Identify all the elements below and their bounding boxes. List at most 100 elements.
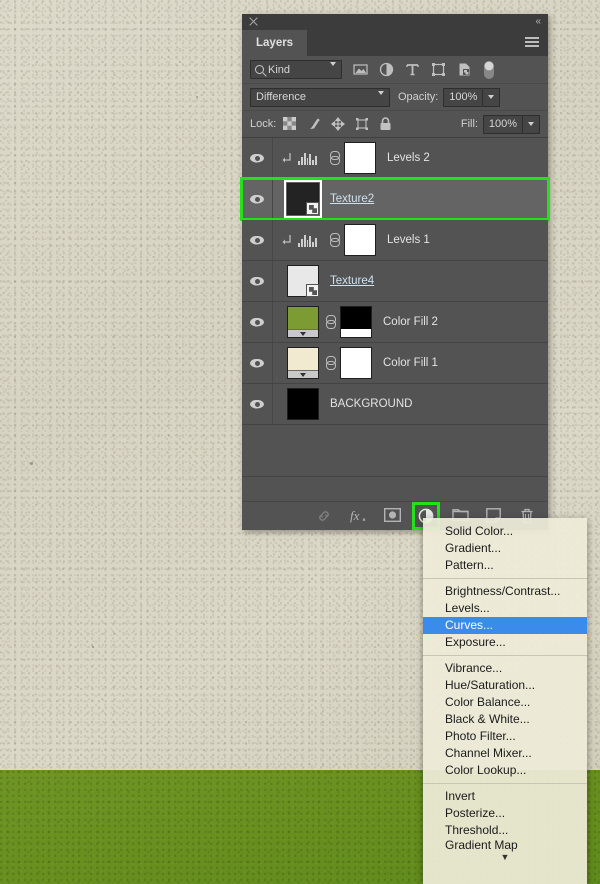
menu-item-exposure[interactable]: Exposure... (423, 634, 587, 651)
smart-object-filter-icon[interactable] (457, 62, 472, 77)
menu-item-levels[interactable]: Levels... (423, 600, 587, 617)
opacity-input[interactable]: 100% (443, 87, 484, 107)
layer-list: Levels 2 Texture2 Levels 1 Texture4 Colo… (240, 138, 550, 477)
lock-position-icon[interactable] (331, 117, 346, 131)
layer-name: Color Fill 2 (383, 316, 438, 328)
adjustment-layer-filter-icon[interactable] (379, 62, 394, 77)
menu-item-gradient[interactable]: Gradient... (423, 540, 587, 557)
menu-item-threshold[interactable]: Threshold... (423, 822, 587, 839)
filter-toggle-switch[interactable] (483, 60, 495, 80)
layer-thumbnail[interactable] (287, 388, 319, 420)
menu-item-gradient-map[interactable]: Gradient Map (423, 839, 587, 852)
table-row[interactable]: Levels 2 (242, 138, 548, 179)
layer-thumbnail[interactable] (287, 306, 319, 338)
menu-item-color-lookup[interactable]: Color Lookup... (423, 762, 587, 779)
shape-layer-filter-icon[interactable] (431, 62, 446, 77)
menu-item-vibrance[interactable]: Vibrance... (423, 660, 587, 677)
collapse-panel-icon[interactable]: « (535, 16, 540, 27)
layer-mask-thumbnail[interactable] (344, 224, 376, 256)
opacity-value: 100% (449, 91, 478, 103)
table-row[interactable]: Texture2 (240, 177, 550, 221)
lock-transparent-pixels-icon[interactable] (283, 117, 297, 131)
layer-name: Levels 1 (387, 234, 430, 246)
search-icon (255, 65, 264, 74)
layer-visibility-toggle[interactable] (242, 261, 273, 301)
eye-icon (250, 235, 264, 245)
link-layers-icon[interactable] (316, 508, 332, 524)
add-layer-mask-icon[interactable] (383, 507, 402, 524)
table-row[interactable]: Color Fill 1 (242, 343, 548, 384)
opacity-stepper[interactable] (483, 87, 501, 107)
layer-name: Color Fill 1 (383, 357, 438, 369)
layer-mask-thumbnail[interactable] (340, 347, 372, 379)
lock-row: Lock: Fill: 100% (242, 111, 548, 138)
lock-label: Lock: (250, 118, 277, 130)
menu-separator (423, 783, 587, 784)
type-layer-filter-icon[interactable] (405, 62, 420, 77)
menu-item-invert[interactable]: Invert (423, 788, 587, 805)
layer-list-empty-space (242, 425, 548, 477)
panel-tabbar: Layers (242, 30, 548, 56)
layer-visibility-toggle[interactable] (242, 138, 273, 178)
clipping-mask-icon (282, 234, 293, 247)
scroll-down-arrow[interactable]: ▼ (423, 852, 587, 862)
blend-mode-select[interactable]: Difference (250, 87, 390, 107)
layer-mask-thumbnail[interactable] (340, 306, 372, 338)
layer-thumbnail[interactable] (287, 347, 319, 379)
filter-kind-select[interactable]: Kind (250, 60, 342, 79)
table-row[interactable]: Color Fill 2 (242, 302, 548, 343)
table-row[interactable]: Levels 1 (242, 220, 548, 261)
tab-layers[interactable]: Layers (242, 30, 308, 56)
eye-icon (250, 358, 264, 368)
layer-thumbnail[interactable] (287, 265, 319, 297)
fill-input[interactable]: 100% (483, 114, 523, 134)
layer-visibility-toggle[interactable] (242, 220, 273, 260)
menu-separator (423, 655, 587, 656)
menu-item-curves[interactable]: Curves... (423, 617, 587, 634)
menu-item-photo-filter[interactable]: Photo Filter... (423, 728, 587, 745)
smart-object-badge-icon (306, 284, 319, 297)
menu-item-black-and-white[interactable]: Black & White... (423, 711, 587, 728)
new-adjustment-layer-menu: Solid Color... Gradient... Pattern... Br… (423, 518, 587, 884)
levels-histogram-icon (298, 152, 318, 165)
menu-separator (423, 578, 587, 579)
table-row[interactable]: BACKGROUND (242, 384, 548, 425)
layer-mask-thumbnail[interactable] (344, 142, 376, 174)
layer-name: Levels 2 (387, 152, 430, 164)
link-mask-icon[interactable] (324, 356, 336, 370)
filter-kind-label: Kind (268, 63, 291, 76)
eye-icon (250, 317, 264, 327)
menu-item-pattern[interactable]: Pattern... (423, 557, 587, 574)
eye-icon (250, 276, 264, 286)
blend-mode-value: Difference (256, 91, 306, 103)
layer-visibility-toggle[interactable] (242, 384, 273, 424)
close-icon[interactable] (248, 16, 259, 27)
menu-item-posterize[interactable]: Posterize... (423, 805, 587, 822)
svg-text:fx: fx (350, 508, 360, 523)
panel-titlebar: « (242, 14, 548, 30)
table-row[interactable]: Texture4 (242, 261, 548, 302)
lock-all-icon[interactable] (379, 117, 393, 131)
menu-item-hue-saturation[interactable]: Hue/Saturation... (423, 677, 587, 694)
layer-style-fx-icon[interactable]: fx (350, 508, 366, 524)
fill-stepper[interactable] (523, 114, 540, 134)
panel-menu-icon[interactable] (525, 37, 539, 49)
layer-visibility-toggle[interactable] (242, 302, 273, 342)
eye-icon (250, 153, 264, 163)
menu-item-color-balance[interactable]: Color Balance... (423, 694, 587, 711)
link-mask-icon[interactable] (324, 315, 336, 329)
menu-item-brightness-contrast[interactable]: Brightness/Contrast... (423, 583, 587, 600)
eye-icon (250, 399, 264, 409)
levels-histogram-icon (298, 234, 318, 247)
blend-mode-row: Difference Opacity: 100% (242, 84, 548, 111)
layer-visibility-toggle[interactable] (242, 343, 273, 383)
pixel-layer-filter-icon[interactable] (353, 62, 368, 77)
layer-name: BACKGROUND (330, 398, 413, 410)
link-mask-icon[interactable] (328, 233, 340, 247)
lock-artboard-icon[interactable] (355, 117, 369, 131)
menu-item-solid-color[interactable]: Solid Color... (423, 523, 587, 540)
chevron-down-icon (330, 62, 336, 78)
link-mask-icon[interactable] (328, 151, 340, 165)
lock-image-pixels-icon[interactable] (307, 117, 321, 131)
menu-item-channel-mixer[interactable]: Channel Mixer... (423, 745, 587, 762)
